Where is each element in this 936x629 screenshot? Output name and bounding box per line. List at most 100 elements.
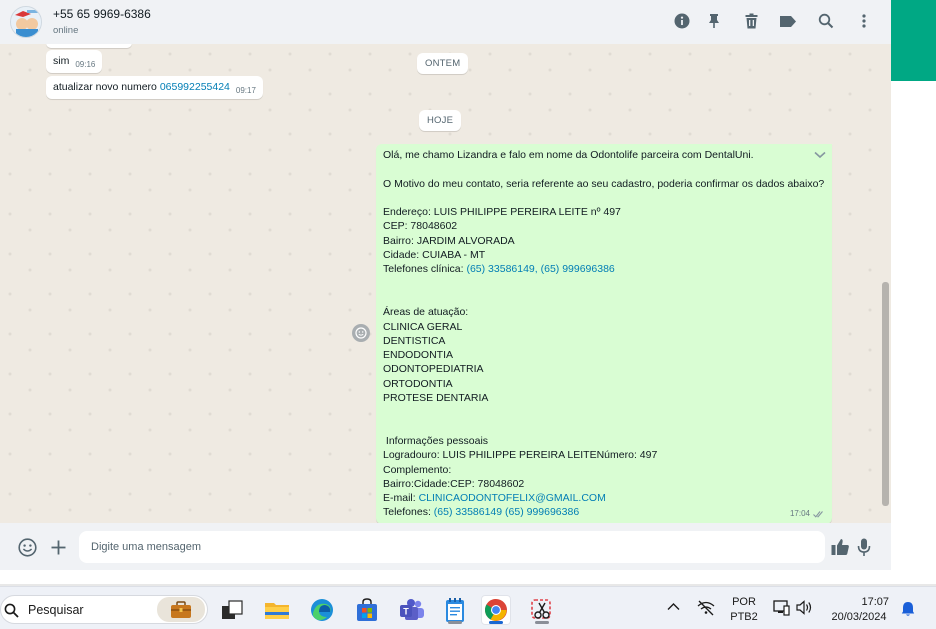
teams-app[interactable]: T [397,595,427,625]
message-line-text: ENDODONTIA [383,349,454,362]
message-line: Logradouro: LUIS PHILIPPE PEREIRA LEITEN… [383,448,825,462]
message-line-text: Telefones clínica: [383,263,467,276]
info-icon[interactable] [673,12,691,30]
thumbs-up-icon[interactable] [829,536,851,558]
message-line: Cidade: CUIABA - MT [383,248,825,262]
phone-link[interactable]: 065992255424 [160,81,230,93]
display-icon[interactable] [773,600,790,619]
system-clock[interactable]: 17:07 20/03/2024 [826,595,892,625]
snipping-tool-app[interactable] [527,595,557,625]
microsoft-store-app[interactable] [352,595,382,625]
contact-info[interactable]: +55 65 9969-6386 online [53,7,151,37]
message-line-text: E-mail: [383,492,419,505]
search-icon [4,603,19,618]
chevron-down-icon[interactable] [814,149,826,163]
notepad-app[interactable] [440,595,470,625]
message-line: ORTODONTIA [383,377,825,391]
active-indicator [489,621,503,624]
taskview-app[interactable] [217,595,247,625]
edge-browser-app[interactable] [307,595,337,625]
app-background-white [891,81,936,586]
message-body: Olá, me chamo Lizandra e falo em nome da… [383,148,825,520]
emoji-reaction-icon[interactable] [352,324,370,342]
outgoing-message[interactable]: Olá, me chamo Lizandra e falo em nome da… [376,144,832,523]
taskbar-search[interactable]: Pesquisar [0,595,208,624]
previous-message-edge [46,44,132,48]
date-separator-today: HOJE [419,110,462,131]
message-line: Telefones: (65) 33586149 (65) 999696386 [383,505,825,519]
message-line-text: PROTESE DENTARIA [383,392,489,405]
search-placeholder: Pesquisar [28,603,84,617]
message-line-text: Informações pessoais [383,434,489,447]
message-line: Informações pessoais [383,434,825,448]
message-link[interactable]: (65) 33586149, (65) 999696386 [466,263,614,275]
running-indicator [535,621,549,624]
contact-status: online [53,25,79,36]
emoji-icon[interactable] [16,536,38,558]
message-line: ODONTOPEDIATRIA [383,362,825,376]
volume-icon[interactable] [796,600,813,618]
message-line: ENDODONTIA [383,348,825,362]
message-line: Telefones clínica: (65) 33586149, (65) 9… [383,262,825,276]
message-line-text: DENTISTICA [383,334,446,347]
label-icon[interactable] [779,12,797,30]
search-icon[interactable] [817,12,835,30]
message-input[interactable] [79,531,825,563]
conversation-panel[interactable]: sim 09:16 atualizar novo numero 065992255… [0,44,891,523]
attach-plus-icon[interactable] [47,536,69,558]
message-line-text: Áreas de atuação: [383,306,469,319]
briefcase-icon [157,597,205,622]
message-line-text: Endereço: LUIS PHILIPPE PEREIRA LEITE nº… [383,206,621,219]
message-line: E-mail: CLINICAODONTOFELIX@GMAIL.COM [383,491,825,505]
message-meta: 17:04 [790,507,825,521]
message-time: 17:04 [789,508,810,518]
network-offline-icon[interactable] [697,600,715,619]
scrollbar-thumb[interactable] [882,282,889,506]
language-code: POR [732,596,756,608]
message-text: atualizar novo numero [53,81,160,93]
microphone-icon[interactable] [853,536,875,558]
message-time: 09:16 [75,60,96,69]
chat-header[interactable]: +55 65 9969-6386 online [0,0,891,44]
message-text: sim [53,55,70,67]
message-line-text: Olá, me chamo Lizandra e falo em nome da… [383,149,754,161]
message-line-text: CEP: 78048602 [383,220,458,233]
incoming-message[interactable]: atualizar novo numero 065992255424 09:17 [46,76,263,99]
message-link[interactable]: CLINICAODONTOFELIX@GMAIL.COM [419,492,606,504]
message-composer [0,523,891,570]
message-line [383,191,825,205]
app-background-teal [891,0,936,81]
message-line: Complemento: [383,463,825,477]
message-line-text: Telefones: [383,506,434,519]
chrome-browser-app[interactable] [481,595,511,625]
delete-icon[interactable] [742,12,760,30]
message-line-text: Logradouro: LUIS PHILIPPE PEREIRA LEITEN… [383,449,658,462]
svg-text:T: T [403,607,409,617]
menu-icon[interactable] [855,12,873,30]
notification-bell-icon[interactable] [901,601,915,620]
contact-avatar[interactable] [10,6,42,38]
chevron-up-icon[interactable] [667,602,680,614]
running-indicator [448,621,462,624]
clock-date: 20/03/2024 [831,611,887,623]
clock-time: 17:07 [861,596,889,608]
windows-taskbar: Pesquisar T POR PTB2 17:07 20/03/2024 [0,586,936,629]
input-language[interactable]: POR PTB2 [728,595,760,625]
message-line-text: O Motivo do meu contato, seria referente… [383,177,825,190]
incoming-message[interactable]: sim 09:16 [46,50,103,73]
message-line-text: Complemento: [383,463,452,476]
pin-icon[interactable] [705,12,723,30]
message-line: PROTESE DENTARIA [383,391,825,405]
message-line: CEP: 78048602 [383,219,825,233]
message-line [383,291,825,305]
message-line-text: Cidade: CUIABA - MT [383,249,486,262]
message-link[interactable]: (65) 33586149 (65) 999696386 [434,506,579,518]
date-separator-yesterday: ONTEM [417,53,469,74]
double-check-icon [813,510,823,518]
file-explorer-app[interactable] [262,595,292,625]
message-line [383,277,825,291]
message-line [383,405,825,419]
message-line: CLINICA GERAL [383,320,825,334]
keyboard-layout: PTB2 [730,611,758,623]
message-line: Olá, me chamo Lizandra e falo em nome da… [383,148,825,162]
